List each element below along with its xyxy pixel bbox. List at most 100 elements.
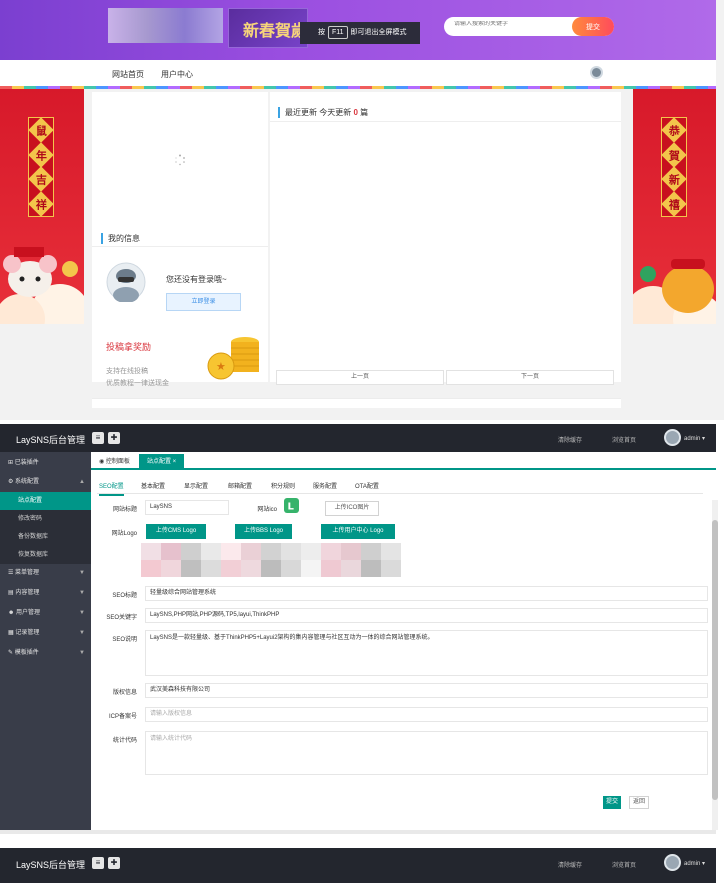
couplet-char: 賀 [661,142,687,168]
back-button[interactable]: 返回 [629,796,649,809]
new-year-banner-image: 新春賀歲 [228,8,308,48]
upload-ico-button[interactable]: 上传ICO图片 [325,501,379,516]
chevron-down-icon: ▼ [79,590,85,596]
sidebar-item-system-config[interactable]: ⚙ 系统配置 ▲ [0,473,91,492]
sidebar-sub-backup-db[interactable]: 备份数据库 [0,528,91,546]
couplet-char: 恭 [661,117,687,143]
login-button[interactable]: 立即登录 [166,293,241,311]
admin-avatar-icon[interactable] [664,429,681,446]
nav-user-center[interactable]: 用户中心 [161,69,193,80]
admin-avatar-icon[interactable] [664,854,681,871]
refresh-icon[interactable]: ✚ [108,857,120,869]
left-decoration: 鼠 年 吉 祥 [0,89,84,324]
sidebar-item-records[interactable]: ▦ 记录管理 ▼ [0,624,91,643]
view-home-link[interactable]: 浏览首页 [612,435,636,444]
seo-title-input[interactable]: 轻量级综合网站管理系统 [145,586,708,601]
sidebar-sub-restore-db[interactable]: 恢复数据库 [0,546,91,564]
sidebar-label: 已装插件 [14,460,39,466]
config-tab-email[interactable]: 邮箱配置 [228,481,252,490]
ico-preview-icon: L [284,498,299,513]
sidebar-item-content[interactable]: ▤ 内容管理 ▼ [0,584,91,603]
mouse-mascot-icon [0,247,84,324]
settings-icon: ⚙ [8,479,16,485]
couplet-char: 新 [661,166,687,192]
seo-desc-textarea[interactable]: LaySNS是一款轻量级、基于ThinkPHP5+Layui2架构的集内容管理与… [145,630,708,676]
site-ico-label: 网站ico [257,507,277,513]
dashboard-icon: ◉ [99,459,106,465]
search-input[interactable] [454,21,564,27]
icp-input[interactable]: 请输入版权信息 [145,707,708,722]
color-stripe [0,86,716,89]
config-tab-ota[interactable]: OTA配置 [355,481,379,490]
latest-updates-title: 最近更新 今天更新 0 篇 [278,107,368,118]
copyright-input[interactable]: 武汉美森科技有限公司 [145,683,708,698]
site-logo-label: 网站Logo [111,531,137,537]
seo-keywords-input[interactable]: LaySNS,PHP网站,PHP源码,TP5,layui,ThinkPHP [145,608,708,623]
top-banner: 新春賀歲 按F11即可退出全屏模式 提交 [0,0,716,60]
sidebar-sub-site-config[interactable]: 站点配置 [0,492,91,510]
refresh-icon[interactable]: ✚ [108,432,120,444]
hamburger-menu-icon[interactable]: ≡ [92,857,104,869]
user-avatar-icon[interactable] [590,66,603,79]
stats-label: 统计代码 [112,738,137,744]
admin-header-second: LaySNS后台管理 ≡ ✚ 清除缓存 浏览首页 admin ▾ [0,848,716,883]
couplet-char: 祥 [28,191,54,217]
site-title-input[interactable]: LaySNS [145,500,229,515]
sidebar-item-plugins[interactable]: ⊞ 已装插件 [0,454,91,473]
site-title-label: 网站标题 [112,507,137,513]
latest-suffix: 篇 [360,108,369,117]
next-page-button[interactable]: 下一页 [446,370,614,385]
config-tab-display[interactable]: 显示配置 [184,481,208,490]
prev-page-button[interactable]: 上一页 [276,370,444,385]
couplet-char: 年 [28,142,54,168]
copyright-label: 版权信息 [112,690,137,696]
sidebar-label: 菜单管理 [15,570,40,576]
chevron-up-icon: ▲ [79,479,85,485]
config-tab-service[interactable]: 服务配置 [313,481,337,490]
upload-cms-logo-button[interactable]: 上传CMS Logo [146,524,206,539]
sidebar-label: 记录管理 [15,630,40,636]
template-icon: ✎ [8,650,15,656]
search-box: 提交 [444,17,614,36]
config-tab-points[interactable]: 积分规则 [271,481,295,490]
f11-key: F11 [328,26,348,39]
left-couplet: 鼠 年 吉 祥 [28,117,54,217]
couplet-char: 鼠 [28,117,54,143]
menu-icon: ☰ [8,570,16,576]
admin-user-menu[interactable]: admin ▾ [684,860,705,867]
right-decoration: 恭 賀 新 禧 [633,89,716,324]
reward-title: 投稿拿奖励 [106,342,152,352]
admin-brand: LaySNS后台管理 [16,860,86,870]
config-tab-basic[interactable]: 基本配置 [141,481,165,490]
nav-home[interactable]: 网站首页 [112,69,144,80]
chevron-down-icon: ▼ [79,610,85,616]
front-site-screenshot: 新春賀歲 按F11即可退出全屏模式 提交 网站首页 用户中心 鼠 年 吉 祥 [0,0,724,420]
tab-site-config[interactable]: 站点配置 × [139,454,185,470]
fullscreen-tip: 按 F11 即可退出全屏模式 [300,22,420,44]
scrollbar-thumb[interactable] [712,520,718,800]
icp-label: ICP备案号 [108,714,137,720]
sidebar-item-templates[interactable]: ✎ 模板插件 ▼ [0,644,91,663]
clear-cache-link[interactable]: 清除缓存 [558,860,582,869]
stats-textarea[interactable]: 请输入统计代码 [145,731,708,775]
admin-brand: LaySNS后台管理 [16,435,86,445]
users-icon: ☻ [8,610,16,616]
view-home-link[interactable]: 浏览首页 [612,860,636,869]
submit-button[interactable]: 提交 [603,796,621,809]
sidebar-label: 内容管理 [15,590,40,596]
seo-desc-label: SEO说明 [112,637,137,643]
chevron-down-icon: ▼ [79,630,85,636]
sidebar-item-menu[interactable]: ☰ 菜单管理 ▼ [0,564,91,583]
hamburger-menu-icon[interactable]: ≡ [92,432,104,444]
content-scrollbar[interactable] [712,500,718,830]
clear-cache-link[interactable]: 清除缓存 [558,435,582,444]
search-submit-button[interactable]: 提交 [572,17,614,36]
sidebar-item-users[interactable]: ☻ 用户管理 ▼ [0,604,91,623]
top-navigation: 网站首页 用户中心 [0,60,716,86]
tab-dashboard[interactable]: ◉ 控制面板 [91,454,138,470]
sidebar-sub-change-password[interactable]: 修改密码 [0,510,91,528]
admin-sidebar: ⊞ 已装插件 ⚙ 系统配置 ▲ 站点配置 修改密码 备份数据库 恢复数据库 ☰ 菜… [0,452,91,830]
upload-bbs-logo-button[interactable]: 上传BBS Logo [235,524,292,539]
admin-user-menu[interactable]: admin ▾ [684,435,705,442]
upload-user-logo-button[interactable]: 上传用户中心 Logo [321,524,395,539]
